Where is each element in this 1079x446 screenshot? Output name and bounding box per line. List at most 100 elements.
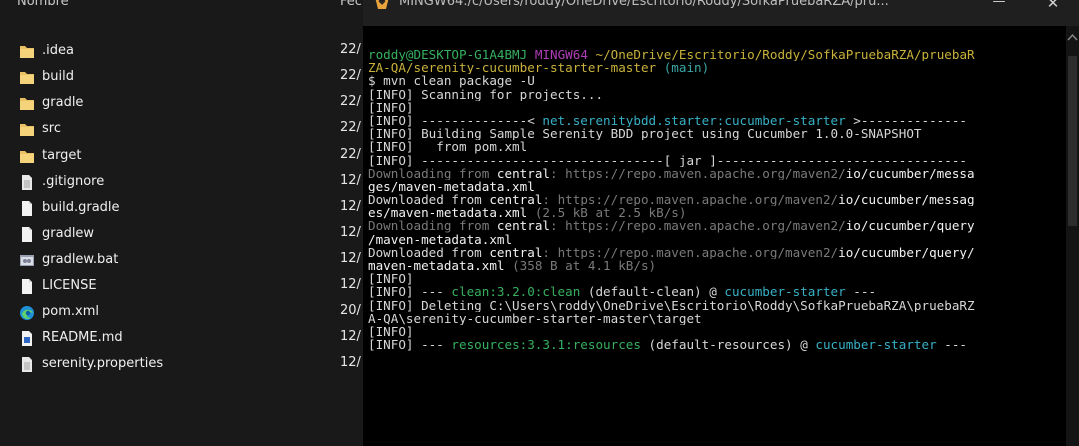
file-date: 20/ — [340, 303, 361, 318]
file-row[interactable]: gradlew.bat 12/ — [0, 248, 365, 274]
close-button[interactable]: ✕ — [1043, 0, 1063, 12]
output-line: [INFO] Deleting C:\Users\roddy\OneDrive\… — [368, 298, 975, 312]
file-icon — [22, 357, 32, 372]
file-date: 12/ — [340, 225, 361, 240]
file-row[interactable]: README.md 12/ — [0, 326, 365, 352]
output-line: [INFO] Building Sample Serenity BDD proj… — [368, 127, 922, 141]
terminal-title-bar[interactable]: MINGW64:/c/Users/roddy/OneDrive/Escritor… — [363, 0, 1079, 26]
plugin-goal: clean:3.2.0:clean — [451, 285, 581, 299]
file-date: 12/ — [340, 277, 361, 292]
output-line: [INFO] --------------< net.serenitybdd.s… — [368, 114, 1062, 127]
artifact-name: cucumber-starter — [724, 285, 846, 299]
file-date: 22/ — [340, 68, 361, 83]
output-segment: --- — [936, 338, 968, 352]
file-date: 22/ — [340, 94, 361, 109]
output-line: Downloading from central: https://repo.m… — [368, 219, 1062, 232]
output-line: [INFO] — [368, 272, 414, 286]
file-row[interactable]: LICENSE 12/ — [0, 274, 365, 300]
file-name: gradlew — [42, 226, 95, 241]
file-date: 12/ — [340, 329, 361, 344]
artifact-path: io/cucumber/messag — [838, 193, 975, 207]
output-segment: Downloaded from — [368, 193, 490, 207]
scroll-up-arrow-icon[interactable] — [1066, 32, 1079, 42]
terminal-output[interactable]: roddy@DESKTOP-G1A4BMJ MINGW64 ~/OneDrive… — [368, 48, 1062, 351]
output-line: /maven-metadata.xml — [368, 233, 1062, 246]
output-segment: : https://repo.maven.apache.org/maven2/ — [542, 245, 839, 259]
prompt-path: ~/OneDrive/Escritorio/Roddy/SofkaPruebaR… — [595, 48, 975, 62]
output-line: [INFO] — [368, 100, 414, 114]
output-segment: --- — [845, 285, 877, 299]
file-date: 22/ — [340, 120, 361, 135]
output-line: [INFO] --------------------------------[… — [368, 153, 967, 167]
file-row[interactable]: target 22/ — [0, 144, 365, 170]
prompt-line: ZA-QA/serenity-cucumber-starter-master (… — [368, 61, 1062, 74]
artifact-path: io/cucumber/query — [845, 219, 975, 233]
file-row[interactable]: gradlew 12/ — [0, 222, 365, 248]
prompt-branch: (main) — [663, 61, 710, 75]
output-segment: : https://repo.maven.apache.org/maven2/ — [542, 193, 839, 207]
terminal-title: MINGW64:/c/Users/roddy/OneDrive/Escritor… — [399, 0, 889, 9]
file-date: 12/ — [340, 355, 361, 370]
output-line: ges/maven-metadata.xml — [368, 180, 1062, 193]
output-line: [INFO] Scanning for projects... — [368, 87, 604, 101]
output-segment: [INFO] --------------< — [368, 113, 543, 128]
prompt-user: roddy@DESKTOP-G1A4BMJ — [368, 48, 528, 62]
file-row[interactable]: .gitignore 12/ — [0, 170, 365, 196]
file-row[interactable]: serenity.properties 12/ — [0, 352, 365, 378]
output-line: A-QA\serenity-cucumber-starter-master\ta… — [368, 311, 702, 325]
file-row[interactable]: build 22/ — [0, 65, 365, 91]
output-segment: : https://repo.maven.apache.org/maven2/ — [549, 219, 846, 233]
repo-name: central — [489, 245, 543, 259]
file-name: pom.xml — [42, 304, 99, 319]
gradle-file-icon — [22, 201, 32, 216]
output-segment: Downloading from — [368, 219, 497, 233]
file-date: 12/ — [340, 199, 361, 214]
prompt-line: roddy@DESKTOP-G1A4BMJ MINGW64 ~/OneDrive… — [368, 48, 1062, 61]
column-header-name[interactable]: Nombre — [17, 0, 69, 9]
file-row[interactable]: .idea 22/ — [0, 39, 365, 65]
git-bash-icon — [375, 0, 389, 9]
batch-file-icon — [20, 255, 34, 266]
terminal-scrollbar[interactable] — [1066, 26, 1079, 446]
terminal-window[interactable]: MINGW64:/c/Users/roddy/OneDrive/Escritor… — [363, 0, 1079, 446]
edge-browser-icon — [20, 306, 34, 320]
scrollbar-thumb[interactable] — [1068, 56, 1077, 226]
artifact-path: /maven-metadata.xml — [368, 232, 513, 246]
file-list-header: Nombre Fec — [0, 0, 365, 22]
file-icon — [22, 227, 32, 242]
artifact-name: net.serenitybdd.starter:cucumber-starter — [542, 113, 846, 128]
file-date: 22/ — [340, 147, 361, 162]
file-name: build — [42, 69, 74, 84]
output-line: [INFO] --- resources:3.3.1:resources (de… — [368, 338, 1062, 351]
artifact-name: cucumber-starter — [815, 338, 937, 352]
file-name: serenity.properties — [42, 356, 164, 371]
file-name: build.gradle — [42, 200, 120, 215]
file-name: src — [42, 121, 61, 136]
file-name: .idea — [42, 43, 74, 58]
output-segment: Downloaded from — [368, 245, 490, 259]
artifact-path: io/cucumber/messa — [845, 166, 975, 180]
file-row[interactable]: pom.xml 20/ — [0, 300, 365, 326]
output-segment: [INFO] --- — [368, 285, 452, 299]
artifact-path: maven-metadata.xml — [368, 259, 505, 273]
folder-icon — [20, 46, 34, 58]
folder-icon — [20, 124, 34, 136]
file-row[interactable]: gradle 22/ — [0, 91, 365, 117]
output-line: Downloaded from central: https://repo.ma… — [368, 193, 1062, 206]
file-name: .gitignore — [42, 174, 105, 189]
repo-name: central — [496, 166, 550, 180]
repo-name: central — [496, 219, 550, 233]
file-icon — [22, 175, 32, 190]
file-date: 12/ — [340, 251, 361, 266]
output-segment: (default-resources) @ — [640, 338, 816, 352]
folder-icon — [20, 98, 34, 110]
output-line: Downloaded from central: https://repo.ma… — [368, 246, 1062, 259]
output-line: Downloading from central: https://repo.m… — [368, 167, 1062, 180]
column-header-date[interactable]: Fec — [340, 0, 362, 9]
file-name: README.md — [42, 330, 123, 345]
download-stats: (2.5 kB at 2.5 kB/s) — [527, 206, 687, 220]
folder-icon — [20, 151, 34, 163]
file-row[interactable]: build.gradle 12/ — [0, 196, 365, 222]
minimize-button[interactable]: — — [989, 0, 1009, 12]
file-row[interactable]: src 22/ — [0, 117, 365, 143]
